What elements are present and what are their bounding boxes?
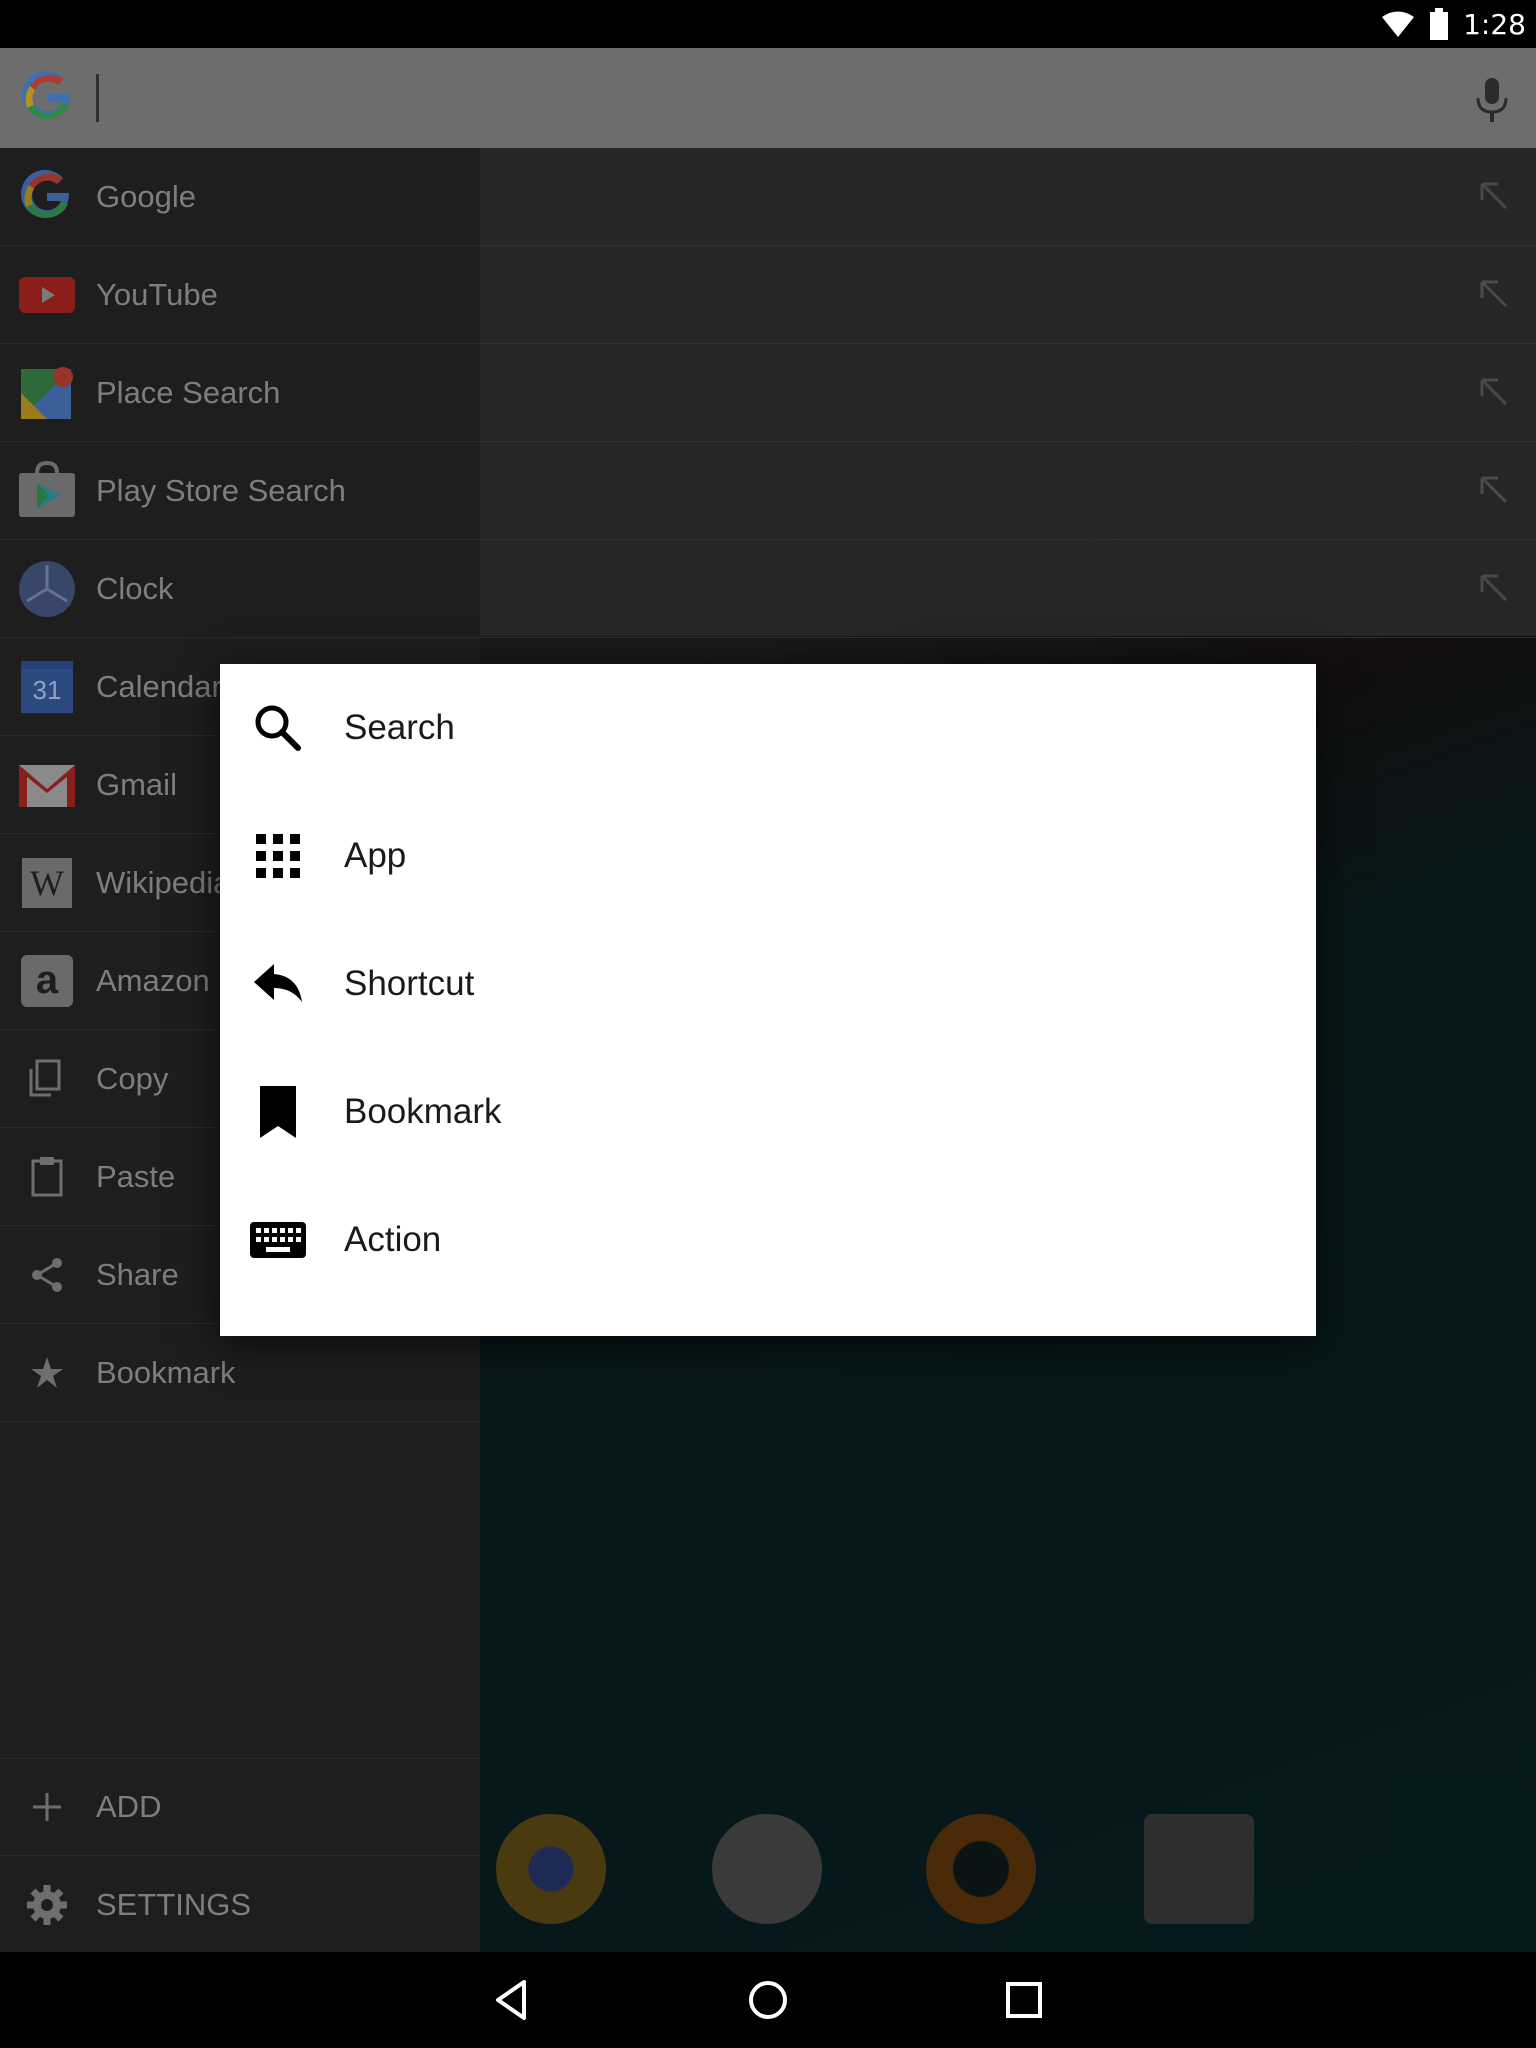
drawer-item-label: Gmail bbox=[96, 766, 177, 802]
suggestion-row[interactable] bbox=[480, 246, 1536, 344]
mic-icon[interactable] bbox=[1472, 76, 1512, 124]
drawer-item-label: Google bbox=[96, 178, 196, 214]
share-icon bbox=[32, 1257, 62, 1292]
status-time: 1:28 bbox=[1463, 7, 1526, 41]
bookmark-icon bbox=[260, 1086, 296, 1138]
google-g-icon bbox=[21, 169, 70, 218]
drawer-item-label: Bookmark bbox=[96, 1354, 236, 1390]
youtube-icon bbox=[19, 276, 75, 313]
wikipedia-icon: W bbox=[17, 853, 77, 913]
add-type-dialog: Search App Shortcut Bookmark Action bbox=[220, 664, 1316, 1336]
amazon-glyph: a bbox=[21, 954, 73, 1007]
gmail-icon bbox=[19, 764, 75, 807]
copy-icon bbox=[29, 1059, 61, 1096]
drawer-item-place-search[interactable]: Place Search bbox=[0, 344, 480, 442]
drawer-item-youtube[interactable]: YouTube bbox=[0, 246, 480, 344]
menu-item-action[interactable]: Action bbox=[220, 1176, 1316, 1304]
insert-arrow-icon[interactable] bbox=[1476, 178, 1512, 214]
amazon-icon: a bbox=[17, 951, 77, 1011]
drawer-item-label: Paste bbox=[96, 1158, 176, 1194]
home-icon[interactable] bbox=[738, 1970, 798, 2030]
drawer-item-label: Share bbox=[96, 1256, 179, 1292]
suggestion-row[interactable] bbox=[480, 540, 1536, 638]
status-bar: 1:28 bbox=[0, 0, 1536, 48]
navigation-bar bbox=[0, 1952, 1536, 2048]
menu-item-search[interactable]: Search bbox=[220, 664, 1316, 792]
drawer-item-label: Play Store Search bbox=[96, 472, 346, 508]
paste-icon bbox=[31, 1156, 63, 1196]
insert-arrow-icon[interactable] bbox=[1476, 374, 1512, 410]
search-input[interactable] bbox=[96, 74, 99, 122]
calendar-icon: 31 bbox=[17, 657, 77, 717]
drawer-item-label: Calendar bbox=[96, 668, 222, 704]
drawer-item-label: Wikipedia bbox=[96, 864, 231, 900]
suggestion-row[interactable] bbox=[480, 442, 1536, 540]
drawer-settings-button[interactable]: SETTINGS bbox=[0, 1856, 480, 1954]
calendar-day-badge: 31 bbox=[21, 660, 73, 713]
search-icon bbox=[255, 705, 301, 751]
play-store-icon bbox=[19, 460, 75, 517]
suggestion-row[interactable] bbox=[480, 344, 1536, 442]
menu-item-label: App bbox=[344, 836, 407, 875]
search-bar[interactable] bbox=[0, 48, 1536, 148]
suggestions-panel bbox=[480, 148, 1536, 638]
menu-item-bookmark[interactable]: Bookmark bbox=[220, 1048, 1316, 1176]
insert-arrow-icon[interactable] bbox=[1476, 570, 1512, 606]
drawer-item-label: Copy bbox=[96, 1060, 169, 1096]
menu-item-label: Bookmark bbox=[344, 1092, 502, 1131]
drawer-item-label: Amazon bbox=[96, 962, 210, 998]
wikipedia-glyph: W bbox=[22, 857, 72, 908]
drawer-item-label: Place Search bbox=[96, 374, 281, 410]
drawer-add-label: ADD bbox=[96, 1789, 162, 1824]
drawer-item-label: YouTube bbox=[96, 276, 218, 312]
drawer-item-bookmark[interactable]: Bookmark bbox=[0, 1324, 480, 1422]
insert-arrow-icon[interactable] bbox=[1476, 472, 1512, 508]
insert-arrow-icon[interactable] bbox=[1476, 276, 1512, 312]
chrome-icon bbox=[496, 1814, 606, 1924]
maps-icon bbox=[21, 366, 73, 419]
wifi-icon bbox=[1382, 11, 1415, 37]
drawer-item-clock[interactable]: Clock bbox=[0, 540, 480, 638]
gear-icon bbox=[27, 1885, 67, 1925]
recents-icon[interactable] bbox=[994, 1970, 1054, 2030]
play-music-icon bbox=[926, 1814, 1036, 1924]
drawer-item-play-store-search[interactable]: Play Store Search bbox=[0, 442, 480, 540]
drawer-item-google[interactable]: Google bbox=[0, 148, 480, 246]
camera-icon bbox=[1144, 1814, 1254, 1924]
apps-grid-icon bbox=[256, 834, 300, 878]
keyboard-icon bbox=[250, 1222, 306, 1258]
drawer-settings-label: SETTINGS bbox=[96, 1887, 252, 1922]
star-icon bbox=[31, 1356, 63, 1388]
menu-item-shortcut[interactable]: Shortcut bbox=[220, 920, 1316, 1048]
reply-arrow-icon bbox=[254, 964, 302, 1002]
battery-icon bbox=[1430, 8, 1449, 40]
clock-icon bbox=[19, 560, 75, 617]
drawer-add-button[interactable]: ADD bbox=[0, 1758, 480, 1856]
menu-item-label: Search bbox=[344, 708, 455, 747]
menu-item-app[interactable]: App bbox=[220, 792, 1316, 920]
menu-item-label: Action bbox=[344, 1220, 442, 1259]
back-icon[interactable] bbox=[482, 1970, 542, 2030]
menu-item-label: Shortcut bbox=[344, 964, 475, 1003]
plus-icon bbox=[33, 1793, 61, 1821]
drawer-item-label: Clock bbox=[96, 570, 174, 606]
app-drawer-icon bbox=[712, 1814, 822, 1924]
google-g-icon bbox=[22, 70, 71, 120]
suggestion-row[interactable] bbox=[480, 148, 1536, 246]
